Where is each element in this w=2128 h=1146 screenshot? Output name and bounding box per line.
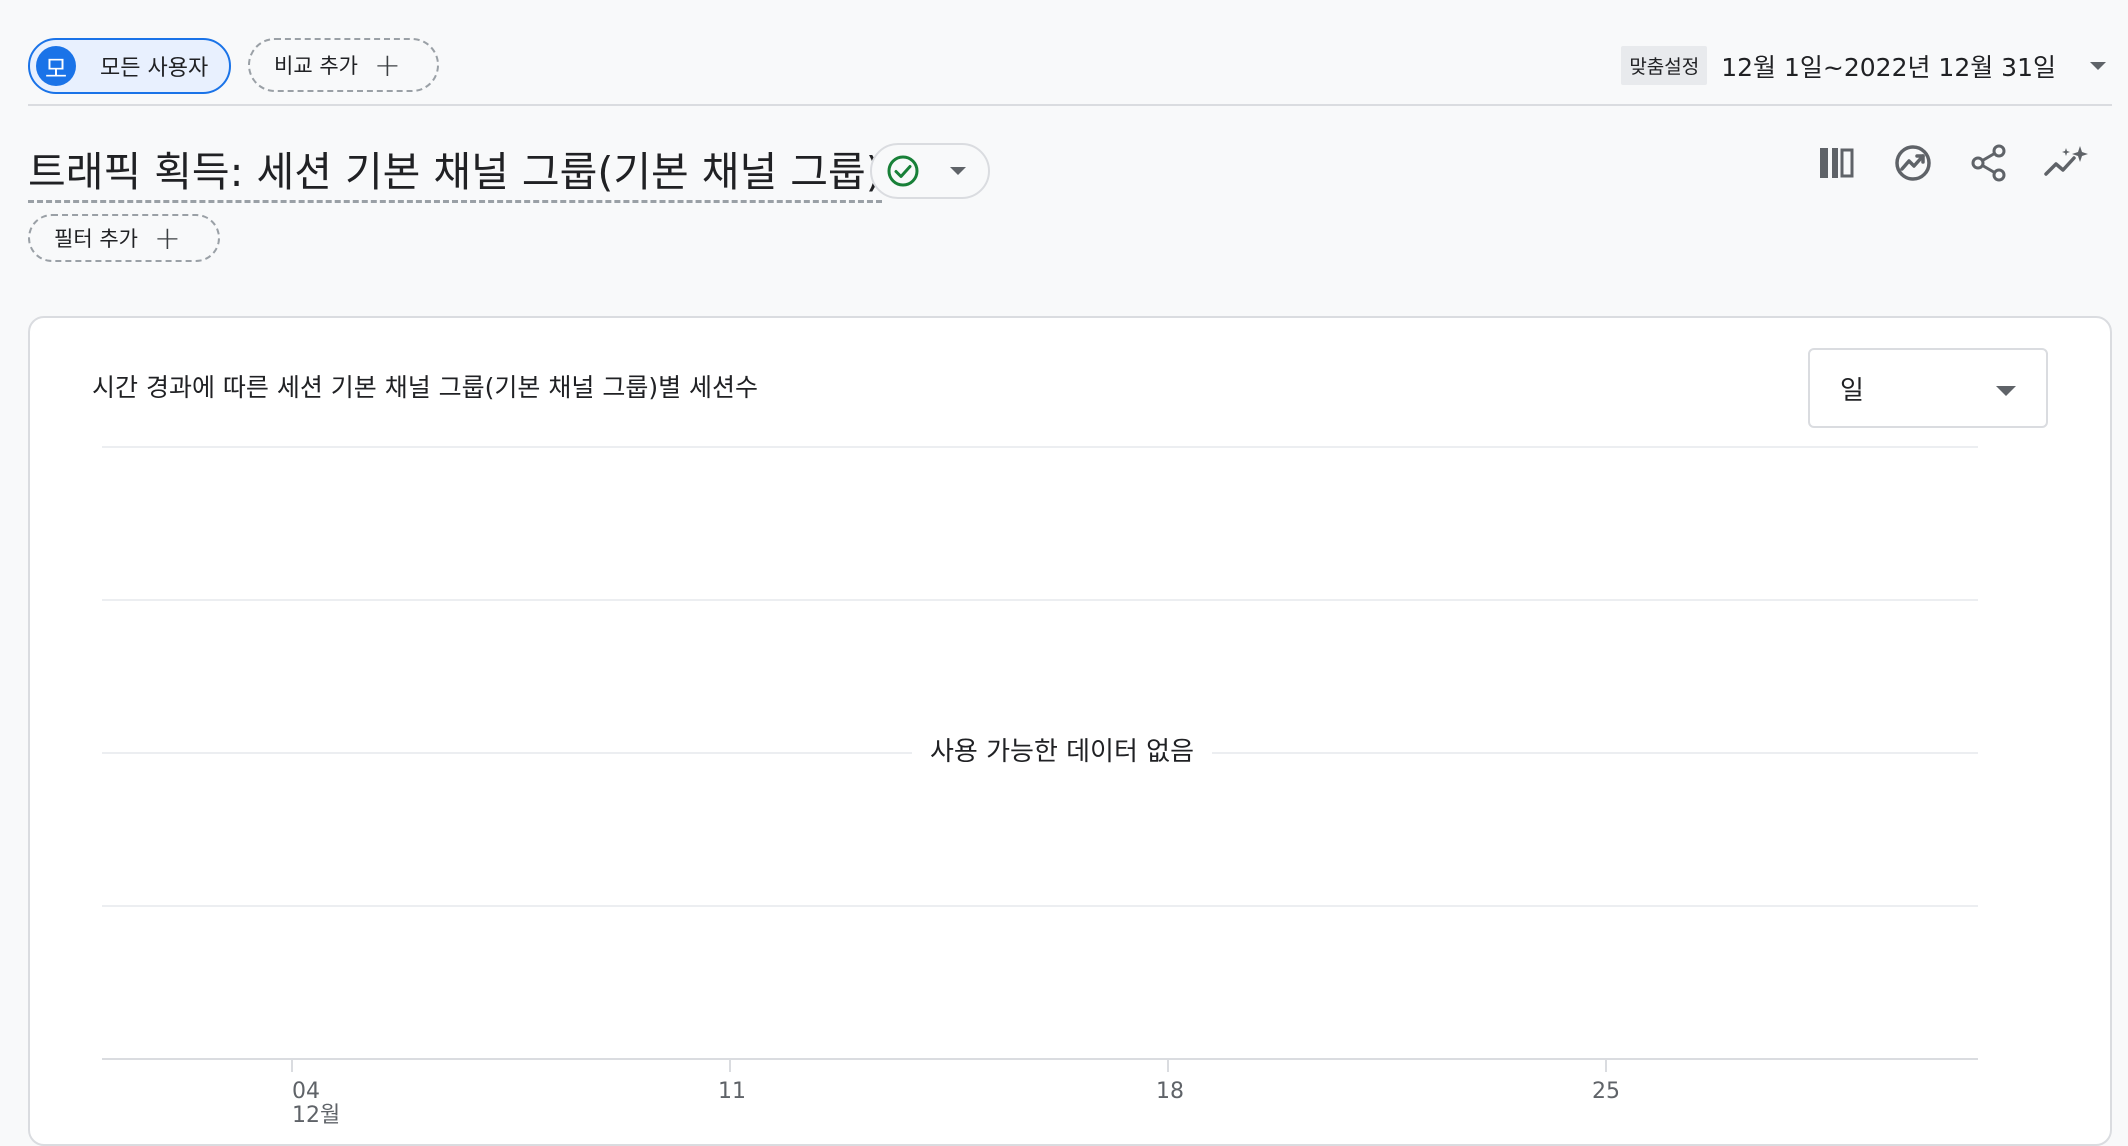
x-tick-label: 11: [718, 1079, 746, 1104]
plus-icon: +: [373, 46, 401, 84]
sparkle-trend-button[interactable]: [2042, 140, 2088, 186]
page-title[interactable]: 트래픽 획득: 세션 기본 채널 그룹(기본 채널 그룹): [28, 138, 882, 203]
chevron-down-icon: [1996, 386, 2016, 396]
grid-line: [102, 905, 1978, 907]
no-data-message: 사용 가능한 데이터 없음: [912, 731, 1212, 768]
chart-card: 시간 경과에 따른 세션 기본 채널 그룹(기본 채널 그룹)별 세션수 일 사…: [28, 316, 2112, 1146]
share-icon: [1971, 144, 2006, 182]
x-tick: [1167, 1058, 1169, 1072]
x-tick: [1605, 1058, 1607, 1072]
date-range-text: 12월 1일~2022년 12월 31일: [1721, 52, 2056, 82]
customize-report-icon: [1820, 148, 1854, 178]
date-range-badge: 맞춤설정: [1621, 46, 1708, 85]
x-tick-label-month: 12월: [292, 1103, 341, 1128]
date-range-picker[interactable]: 맞춤설정 12월 1일~2022년 12월 31일: [1621, 46, 2112, 85]
chevron-down-icon: [2090, 61, 2106, 70]
all-users-chip[interactable]: 모 모든 사용자: [28, 38, 231, 94]
share-button[interactable]: [1966, 140, 2012, 186]
report-status-dropdown[interactable]: [870, 143, 990, 199]
sparkle-trend-icon: [2044, 146, 2088, 176]
x-tick-label-day: 04: [292, 1079, 320, 1104]
add-filter-button[interactable]: 필터 추가 +: [28, 214, 220, 262]
customize-report-button[interactable]: [1814, 140, 1860, 186]
user-segment-label: 모든 사용자: [100, 56, 209, 81]
granularity-value: 일: [1840, 375, 1864, 406]
x-axis: [102, 1058, 1978, 1060]
x-tick-label: 04 12월: [292, 1080, 340, 1128]
x-tick-label: 18: [1156, 1079, 1184, 1104]
add-filter-label: 필터 추가: [54, 227, 138, 251]
x-tick: [729, 1058, 731, 1072]
user-segment-avatar: 모: [36, 46, 76, 86]
add-comparison-button[interactable]: 비교 추가 +: [248, 38, 439, 92]
top-bar: 모 모든 사용자 비교 추가 + 맞춤설정 12월 1일~2022년 12월 3…: [28, 38, 2112, 106]
plus-icon: +: [153, 219, 181, 257]
insights-button[interactable]: [1890, 140, 1936, 186]
chevron-down-icon: [950, 167, 966, 175]
x-tick-label: 25: [1592, 1079, 1620, 1104]
x-tick: [291, 1058, 293, 1072]
grid-line: [102, 599, 1978, 601]
add-comparison-label: 비교 추가: [274, 54, 358, 78]
chart-title: 시간 경과에 따른 세션 기본 채널 그룹(기본 채널 그룹)별 세션수: [92, 373, 759, 402]
grid-line: [102, 446, 1978, 448]
granularity-select[interactable]: 일: [1808, 348, 2048, 428]
insights-icon: [1895, 145, 1931, 181]
line-chart: 사용 가능한 데이터 없음 04 12월 11 18 25: [102, 446, 1978, 1136]
report-actions: [1814, 140, 2088, 186]
check-circle-icon: [887, 155, 919, 187]
